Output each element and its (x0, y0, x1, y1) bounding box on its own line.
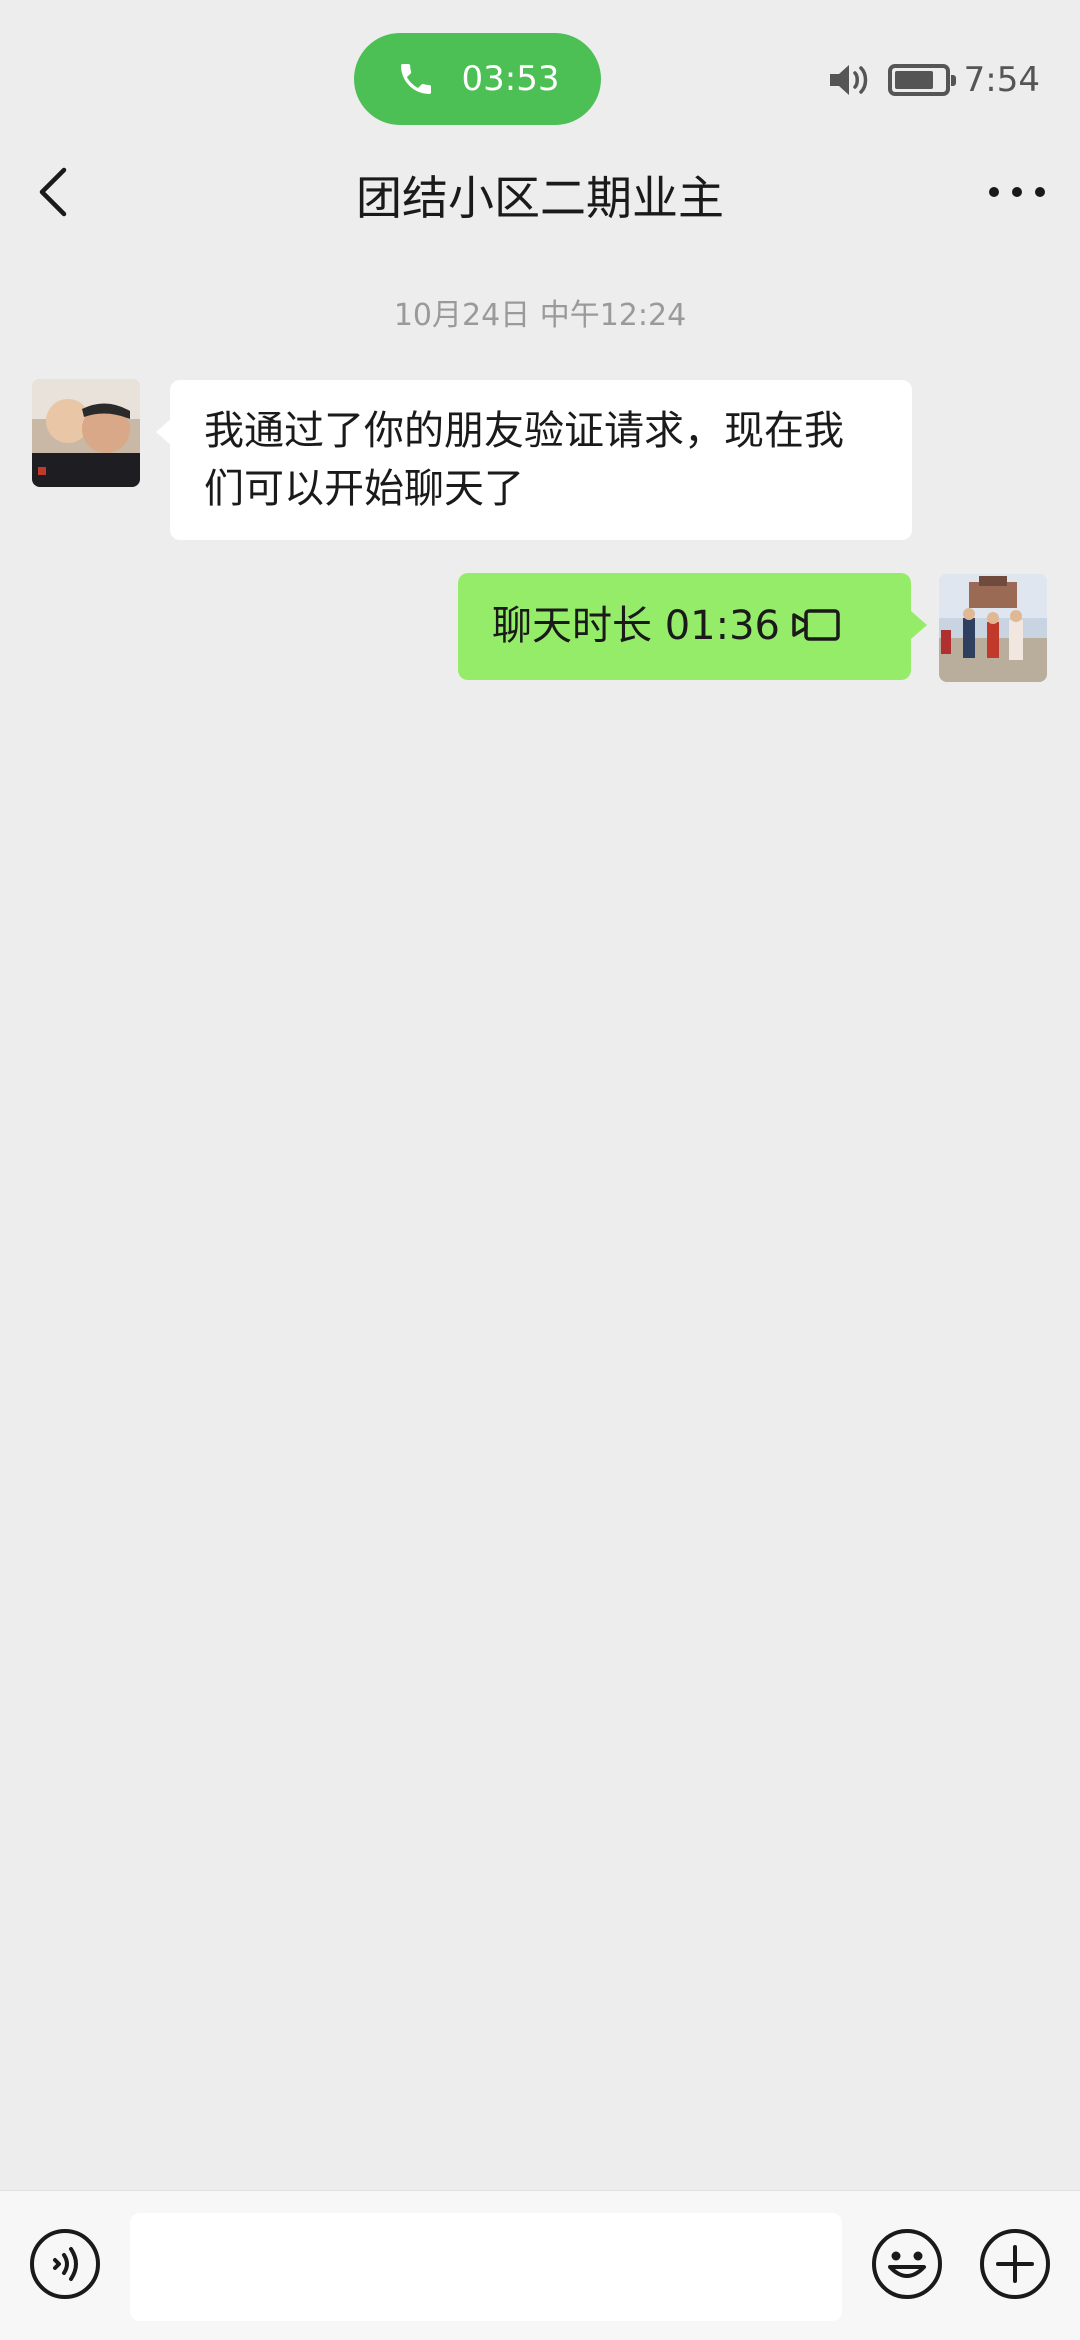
my-avatar[interactable] (939, 574, 1047, 682)
call-timer: 03:53 (461, 59, 560, 99)
speaker-icon (829, 65, 867, 95)
incoming-message-bubble[interactable]: 我通过了你的朋友验证请求，现在我们可以开始聊天了 (156, 380, 912, 540)
plus-icon[interactable] (978, 2227, 1052, 2301)
voice-icon[interactable] (28, 2227, 102, 2301)
outgoing-message-bubble[interactable]: 聊天时长 01:36 (458, 573, 927, 680)
input-bar (0, 2190, 1080, 2340)
system-status: 7:54 (828, 52, 1040, 108)
my-avatar-image (939, 574, 1047, 682)
message-timestamp: 10月24日 中午12:24 (393, 298, 687, 333)
contact-avatar[interactable] (32, 379, 140, 487)
chat-title: 团结小区二期业主 (356, 171, 724, 225)
incoming-message-text: 我通过了你的朋友验证请求，现在我们可以开始聊天了 (204, 408, 844, 512)
clock: 7:54 (963, 60, 1040, 100)
call-duration-text: 聊天时长 01:36 (492, 603, 780, 649)
battery-icon (887, 64, 956, 96)
contact-avatar-image (32, 379, 140, 487)
chat-header: 团结小区二期业主 (0, 150, 1080, 232)
status-bar: 03:53 7:54 (0, 0, 1080, 150)
emoji-icon[interactable] (870, 2227, 944, 2301)
phone-icon (400, 64, 431, 94)
message-input[interactable] (130, 2213, 842, 2321)
more-dots-icon[interactable] (984, 170, 1050, 214)
video-call-icon (792, 609, 840, 641)
ongoing-call-pill[interactable]: 03:53 (354, 33, 601, 125)
battery-level (894, 71, 934, 89)
